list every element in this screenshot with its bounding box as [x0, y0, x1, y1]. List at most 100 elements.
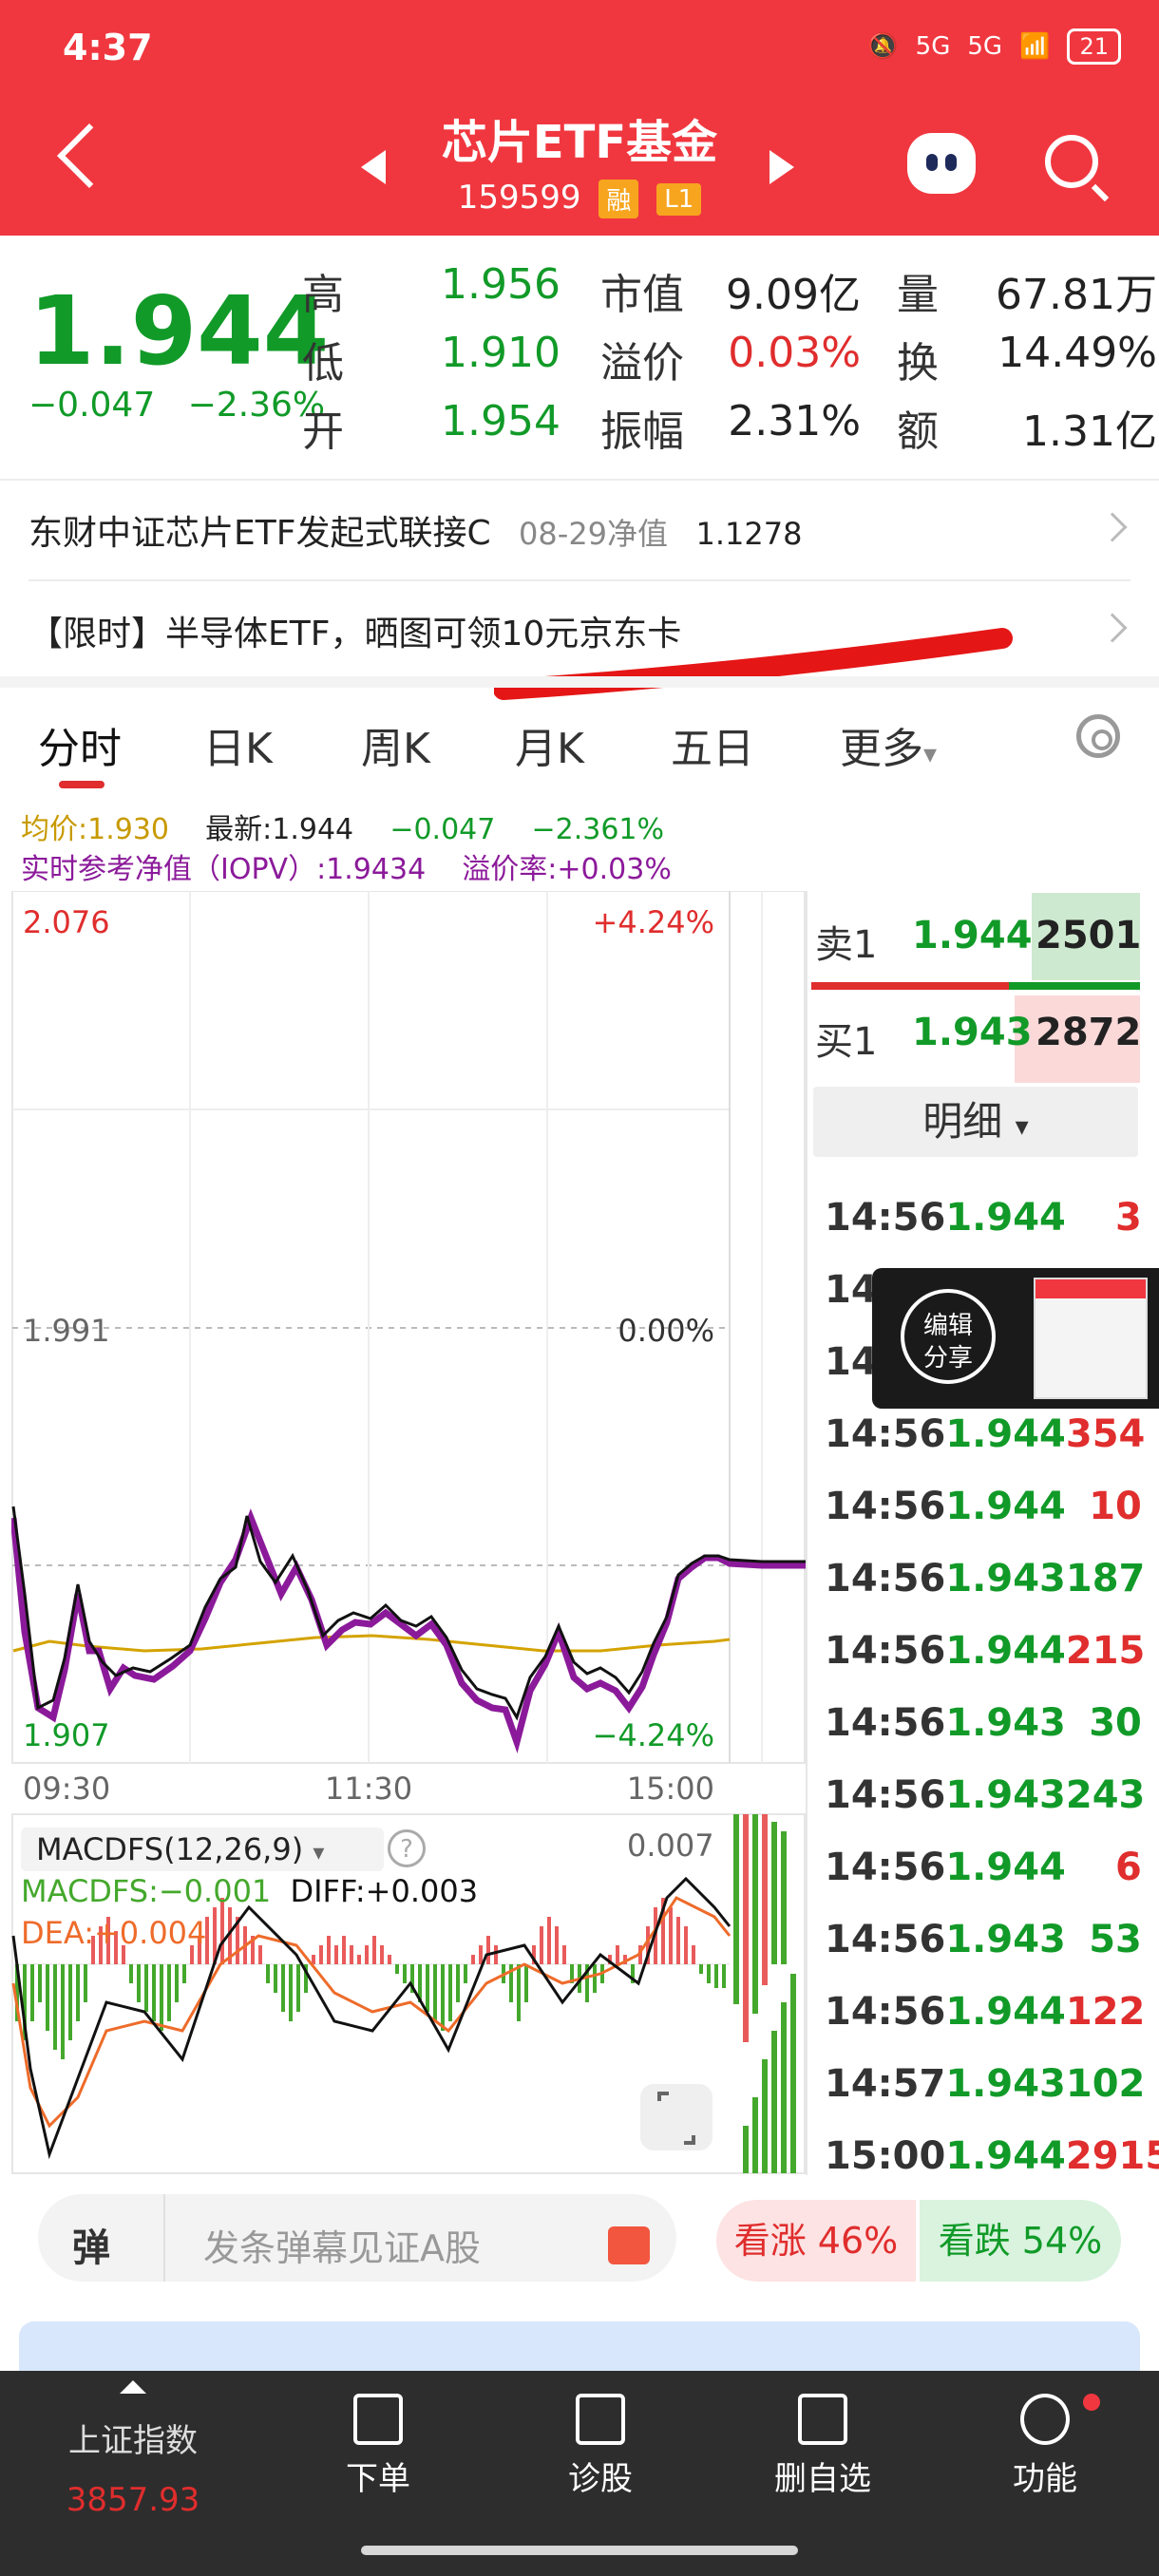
nav-order-label: 下单 — [346, 2460, 410, 2498]
trade-time: 15:00 — [825, 2134, 946, 2178]
chevron-right-icon[interactable] — [1097, 512, 1128, 542]
index-label[interactable]: 上证指数 — [38, 2415, 228, 2461]
nav-date: 08-29净值 — [519, 516, 669, 552]
trade-price: 1.943 — [945, 2062, 1066, 2106]
status-time: 4:37 — [63, 27, 153, 68]
stock-code-row: 159599 融 L1 — [0, 179, 1159, 218]
screenshot-thumbnail[interactable] — [1034, 1278, 1148, 1399]
gift-icon[interactable] — [608, 2226, 650, 2264]
amount-label: 额 — [897, 407, 939, 456]
caret-down-icon: ▾ — [923, 738, 938, 769]
danmu-input[interactable]: 发条弹幕见证A股 — [203, 2219, 481, 2271]
bullish-vote-button[interactable]: 看涨 46% — [716, 2200, 916, 2282]
buy1-volume: 2872 — [1036, 1011, 1142, 1054]
trade-price: 1.944 — [945, 1990, 1066, 2034]
notification-dot — [1083, 2394, 1100, 2411]
trade-price: 1.944 — [945, 1485, 1066, 1528]
trade-price: 1.944 — [945, 2134, 1066, 2178]
macd-indicator-selector[interactable]: MACDFS(12,26,9) ▾ — [21, 1828, 384, 1871]
home-indicator[interactable] — [361, 2546, 798, 2555]
trade-volume: 6 — [1115, 1846, 1142, 1889]
y-mid-label: 1.991 — [23, 1313, 110, 1349]
caret-down-icon: ▾ — [1015, 1110, 1029, 1142]
battery-icon: 21 — [1067, 28, 1121, 65]
ratio-bar-red — [811, 982, 1009, 990]
macdfs-value: MACDFS:−0.001 — [21, 1873, 272, 1909]
iopv-value: 实时参考净值（IOPV）:1.9434 — [21, 853, 427, 886]
caret-up-icon[interactable] — [120, 2380, 146, 2394]
premium-rate: 溢价率:+0.03% — [462, 853, 672, 886]
latest-change: −0.047 — [390, 813, 496, 846]
tab-daily-k[interactable]: 日K — [203, 714, 273, 775]
tab-more[interactable]: 更多▾ — [840, 714, 937, 775]
nav-diagnose[interactable]: 诊股 — [515, 2384, 686, 2499]
tab-intraday[interactable]: 分时 — [38, 714, 122, 775]
trade-row: 14:56 1.944 10 — [815, 1470, 1142, 1543]
trade-time: 14:56 — [825, 1990, 946, 2034]
trade-time: 14:56 — [825, 1485, 946, 1528]
tab-monthly-k[interactable]: 月K — [515, 714, 584, 775]
linked-fund-row[interactable]: 东财中证芯片ETF发起式联接C 08-29净值 1.1278 — [28, 505, 802, 555]
trade-price: 1.944 — [945, 1629, 1066, 1673]
trade-row: 14:56 1.944 354 — [815, 1398, 1145, 1470]
intraday-chart[interactable]: 2.076 +4.24% 1.991 0.00% 1.907 −4.24% 09… — [11, 891, 806, 2175]
trade-price: 1.943 — [945, 1701, 1066, 1745]
detail-toggle[interactable]: 明细 ▾ — [813, 1087, 1138, 1157]
detail-label: 明细 — [922, 1098, 1003, 1145]
chevron-right-icon[interactable] — [1097, 613, 1128, 643]
diff-value: DIFF:+0.003 — [290, 1873, 479, 1909]
open-label: 开 — [302, 407, 344, 456]
mktcap-label: 市值 — [600, 271, 684, 319]
nav-diagnose-label: 诊股 — [568, 2460, 633, 2498]
level-tag: L1 — [656, 182, 702, 216]
amplitude-label: 振幅 — [600, 407, 684, 456]
edit-share-button[interactable]: 编辑 分享 — [901, 1289, 996, 1384]
trade-row: 14:56 1.944 6 — [815, 1831, 1142, 1904]
section-gap — [0, 676, 1159, 688]
trade-volume: 122 — [1065, 1990, 1146, 2034]
trade-row: 14:57 1.943 102 — [815, 2048, 1145, 2120]
high-label: 高 — [302, 271, 344, 319]
trade-volume: 53 — [1089, 1918, 1142, 1961]
linked-fund-name: 东财中证芯片ETF发起式联接C — [28, 514, 491, 553]
chart-settings-icon[interactable] — [1076, 714, 1120, 758]
high-value: 1.956 — [441, 260, 560, 309]
nav-functions[interactable]: 功能 — [960, 2384, 1130, 2499]
sell1-label: 卖1 — [815, 923, 878, 967]
premium-value: 0.03% — [728, 329, 861, 377]
trade-time: 14:57 — [825, 2062, 946, 2106]
nav-remove-favorite[interactable]: 删自选 — [737, 2384, 908, 2499]
help-icon[interactable]: ? — [388, 1829, 426, 1867]
wifi-icon: 📶 — [1019, 32, 1051, 61]
change-value: −0.047 — [28, 386, 156, 425]
trade-row: 14:56 1.944 215 — [815, 1615, 1145, 1687]
search-icon[interactable] — [1045, 135, 1098, 188]
sell1-volume: 2501 — [1036, 914, 1142, 957]
danmu-toggle[interactable]: 弹 — [72, 2217, 110, 2272]
trade-price: 1.943 — [945, 1557, 1066, 1601]
status-icons: 🔕 5G 5G 📶 21 — [867, 28, 1121, 65]
tab-five-day[interactable]: 五日 — [671, 714, 754, 775]
share-line-1: 编辑 — [922, 1312, 973, 1340]
share-panel[interactable]: 编辑 分享 — [872, 1268, 1159, 1409]
bearish-vote-button[interactable]: 看跌 54% — [920, 2200, 1121, 2282]
column-divider — [806, 891, 808, 2175]
tab-weekly-k[interactable]: 周K — [361, 714, 430, 775]
trade-volume: 243 — [1065, 1773, 1146, 1817]
price-change: −0.047 −2.36% — [28, 386, 325, 425]
macd-max-label: 0.007 — [627, 1828, 714, 1864]
nav-order[interactable]: 下单 — [293, 2384, 464, 2499]
order-icon — [353, 2394, 403, 2445]
trade-price: 1.943 — [945, 1773, 1066, 1817]
trade-row: 14:56 1.943 243 — [815, 1759, 1146, 1831]
buy1-label: 买1 — [815, 1020, 878, 1064]
trade-volume: 30 — [1089, 1701, 1142, 1745]
divider — [0, 479, 1159, 481]
ai-assistant-icon[interactable] — [907, 133, 976, 194]
next-stock-icon[interactable] — [770, 150, 794, 184]
index-value: 3857.93 — [66, 2481, 200, 2519]
fullscreen-icon[interactable] — [640, 2084, 712, 2150]
iopv-info-line: 实时参考净值（IOPV）:1.9434 溢价率:+0.03% — [21, 845, 672, 887]
low-value: 1.910 — [441, 329, 560, 377]
current-price: 1.944 — [28, 275, 330, 387]
